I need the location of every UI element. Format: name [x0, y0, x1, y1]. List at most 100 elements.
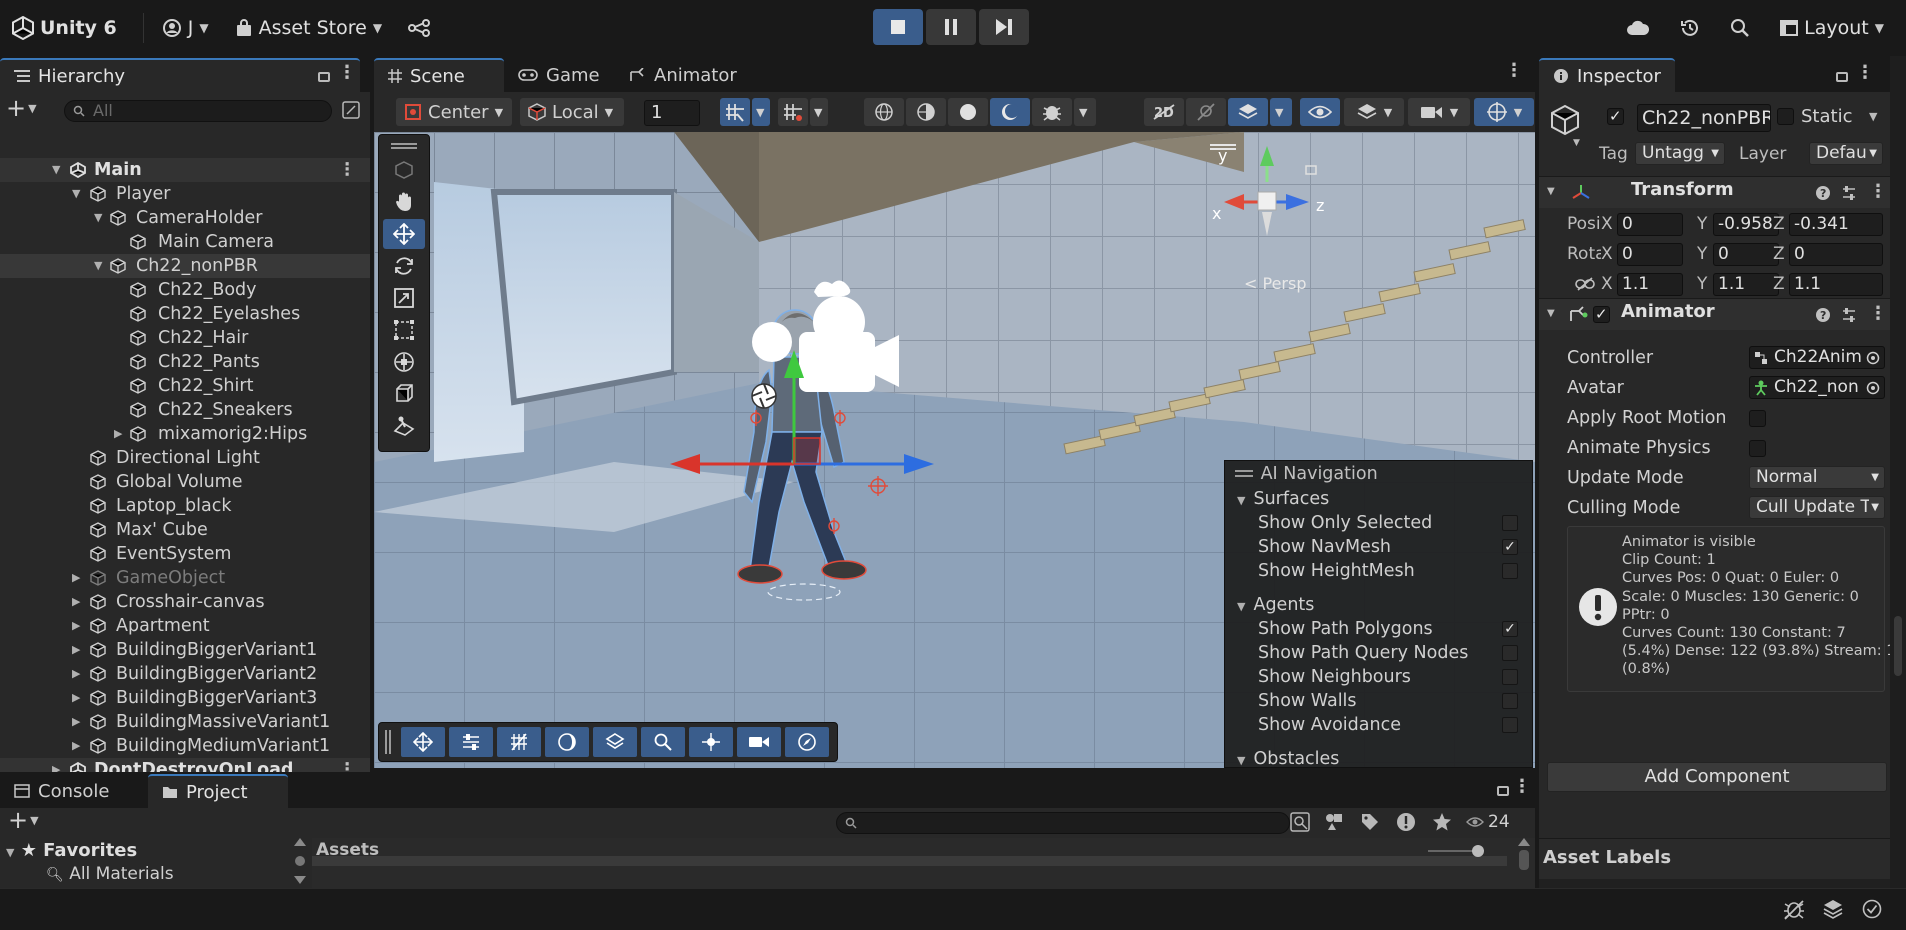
ai-nav-option-toggle[interactable]: ✓: [1502, 539, 1518, 555]
toggle-lighting-button[interactable]: [1186, 98, 1226, 126]
tab-console[interactable]: Console: [0, 774, 148, 808]
pivot-mode-dropdown[interactable]: Center ▼: [396, 98, 512, 126]
camera-settings-dropdown[interactable]: ▼: [1408, 98, 1470, 126]
object-picker-icon[interactable]: [1866, 351, 1880, 365]
handle-space-dropdown[interactable]: Local ▼: [520, 98, 624, 126]
transform-x-field[interactable]: 1.1: [1617, 273, 1683, 296]
hierarchy-item[interactable]: EventSystem: [0, 542, 370, 566]
create-button[interactable]: + ▼: [8, 808, 39, 832]
favorite-star-icon[interactable]: [1432, 812, 1452, 832]
chevron-down-icon[interactable]: ▼: [94, 254, 102, 278]
chevron-right-icon[interactable]: ▶: [114, 422, 122, 446]
hierarchy-item[interactable]: ▼ Main ⋮: [0, 158, 370, 182]
draw-mode-wireframe-button[interactable]: [864, 98, 904, 126]
hand-tool-button[interactable]: [383, 187, 425, 217]
more-options-icon[interactable]: ⋮: [1856, 64, 1874, 82]
ai-nav-section-header[interactable]: ▼ Obstacles: [1225, 747, 1532, 768]
effects-button[interactable]: [1228, 98, 1268, 126]
draw-mode-shaded-button[interactable]: [990, 98, 1030, 126]
hierarchy-item[interactable]: ▶ BuildingBiggerVariant1: [0, 638, 370, 662]
ai-nav-option[interactable]: Show Path Query Nodes: [1225, 641, 1532, 665]
scene-viewport[interactable]: y x z < Persp AI Navigation ▼ Surfaces S…: [374, 132, 1535, 768]
chevron-down-icon[interactable]: ▼: [1573, 138, 1580, 148]
toggle-2d-button[interactable]: 2D: [1144, 98, 1184, 126]
all-materials-row[interactable]: 🔍︎ All Materials: [46, 864, 174, 884]
update-mode-dropdown[interactable]: Normal ▼: [1749, 466, 1885, 489]
chevron-down-icon[interactable]: ▼: [1270, 98, 1292, 126]
ai-nav-option[interactable]: Show HeightMesh: [1225, 559, 1532, 583]
transform-z-field[interactable]: 0: [1789, 243, 1883, 266]
layers-visibility-dropdown[interactable]: ▼: [1344, 98, 1404, 126]
ai-nav-option-toggle[interactable]: ✓: [1502, 621, 1518, 637]
more-options-icon[interactable]: ⋮: [1505, 62, 1523, 80]
ai-nav-section-header[interactable]: ▼ Surfaces: [1225, 487, 1532, 511]
transform-component-header[interactable]: ▼ Transform ? ⋮: [1539, 176, 1890, 208]
culling-mode-dropdown[interactable]: Cull Update T ▼: [1749, 496, 1885, 519]
active-toggle[interactable]: ✓: [1607, 107, 1624, 125]
chevron-down-icon[interactable]: ▼: [94, 206, 102, 230]
ai-nav-option[interactable]: Show Only Selected: [1225, 511, 1532, 535]
object-picker-icon[interactable]: [1866, 381, 1880, 395]
transform-y-field[interactable]: -0.958: [1713, 213, 1779, 236]
ai-nav-option[interactable]: Show Path Polygons ✓: [1225, 617, 1532, 641]
transform-tool-button[interactable]: [383, 347, 425, 377]
grid-snap-button[interactable]: [720, 98, 750, 126]
more-options-icon[interactable]: ⋮: [1869, 181, 1887, 202]
layout-dropdown[interactable]: Layout ▼: [1780, 17, 1884, 39]
hierarchy-item[interactable]: Ch22_Eyelashes: [0, 302, 370, 326]
hierarchy-item[interactable]: ▶ mixamorig2:Hips: [0, 422, 370, 446]
rect-tool-button[interactable]: [383, 315, 425, 345]
pause-button[interactable]: [926, 9, 976, 45]
animate-physics-toggle[interactable]: [1749, 440, 1766, 457]
layers-tool-button[interactable]: [593, 727, 637, 757]
scrollbar-thumb[interactable]: [1894, 616, 1902, 676]
hierarchy-item[interactable]: ▶ Apartment: [0, 614, 370, 638]
asset-store-button[interactable]: Asset Store ▼: [235, 17, 382, 39]
search-by-type-icon[interactable]: [1290, 812, 1310, 832]
create-button[interactable]: + ▼: [6, 96, 37, 120]
progress-check-icon[interactable]: [1862, 899, 1882, 919]
chevron-right-icon[interactable]: ▶: [72, 590, 80, 614]
account-button[interactable]: J ▼: [162, 17, 209, 39]
ai-nav-option-toggle[interactable]: [1502, 645, 1518, 661]
scene-visibility-button[interactable]: [1300, 98, 1340, 126]
chevron-right-icon[interactable]: ▶: [72, 710, 80, 734]
draw-mode-unlit-button[interactable]: [948, 98, 988, 126]
hierarchy-search-field[interactable]: All: [64, 100, 332, 122]
tab-scene[interactable]: Scene: [374, 58, 504, 92]
hierarchy-item[interactable]: Ch22_Sneakers: [0, 398, 370, 422]
link-icon[interactable]: [1575, 277, 1595, 291]
align-tool-button[interactable]: [449, 727, 493, 757]
search-tool-button[interactable]: [641, 727, 685, 757]
transform-x-field[interactable]: 0: [1617, 213, 1683, 236]
log-warning-icon[interactable]: [1396, 812, 1416, 832]
label-tag-icon[interactable]: [1360, 812, 1380, 832]
assets-scrollbar[interactable]: [1518, 838, 1530, 888]
hierarchy-item[interactable]: Ch22_Body: [0, 278, 370, 302]
search-icon[interactable]: [1730, 18, 1750, 38]
ai-navigation-header[interactable]: AI Navigation: [1225, 461, 1532, 487]
presets-icon[interactable]: [1841, 307, 1857, 323]
hierarchy-item[interactable]: ▶ GameObject: [0, 566, 370, 590]
object-name-field[interactable]: Ch22_nonPBR: [1637, 104, 1771, 132]
increment-snap-button[interactable]: [778, 98, 808, 126]
inspector-scrollbar[interactable]: [1890, 56, 1906, 888]
ai-nav-option-toggle[interactable]: [1502, 563, 1518, 579]
lock-icon[interactable]: [1836, 72, 1848, 82]
hierarchy-item[interactable]: Ch22_Hair: [0, 326, 370, 350]
hierarchy-item[interactable]: ▶ BuildingMediumVariant1: [0, 734, 370, 758]
animator-enabled-toggle[interactable]: ✓: [1593, 305, 1610, 323]
hierarchy-item[interactable]: Ch22_Pants: [0, 350, 370, 374]
layer-dropdown[interactable]: Defau ▼: [1809, 142, 1883, 165]
hierarchy-item[interactable]: ▶ BuildingBiggerVariant2: [0, 662, 370, 686]
help-icon[interactable]: ?: [1815, 307, 1831, 323]
ai-nav-option-toggle[interactable]: [1502, 669, 1518, 685]
animator-component-header[interactable]: ▼ ✓ Animator ? ⋮: [1539, 298, 1890, 330]
chevron-down-icon[interactable]: ▼: [52, 158, 60, 182]
hierarchy-item[interactable]: ▼ Player: [0, 182, 370, 206]
transform-y-field[interactable]: 0: [1713, 243, 1779, 266]
more-options-icon[interactable]: ⋮: [339, 158, 357, 182]
gizmos-dropdown[interactable]: ▼: [1474, 98, 1534, 126]
hierarchy-item[interactable]: Laptop_black: [0, 494, 370, 518]
chevron-down-icon[interactable]: ▼: [1074, 98, 1096, 126]
